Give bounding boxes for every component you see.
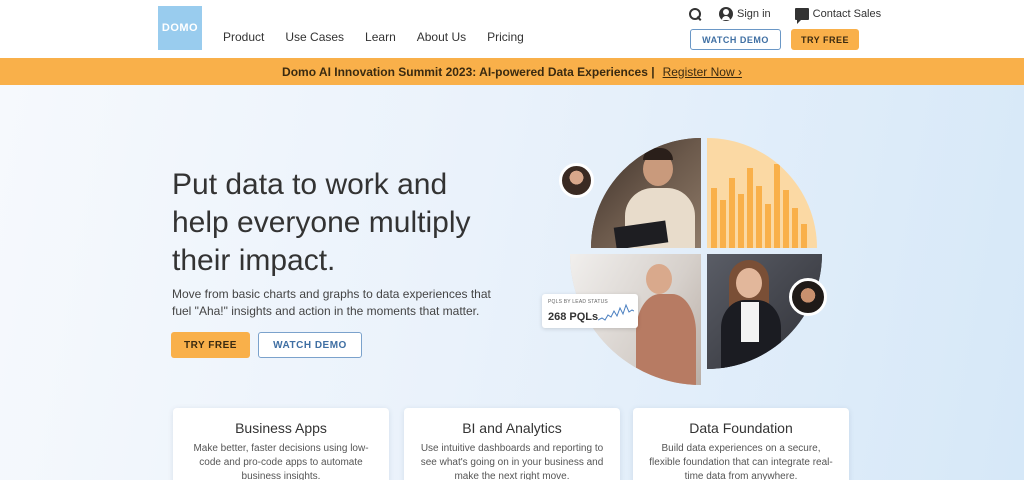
- contact-sales-label: Contact Sales: [812, 8, 882, 20]
- card-description: Use intuitive dashboards and reporting t…: [420, 443, 604, 480]
- search-icon[interactable]: [688, 7, 702, 21]
- nav-use-cases[interactable]: Use Cases: [285, 30, 344, 44]
- nav-product[interactable]: Product: [223, 30, 264, 44]
- nav-learn[interactable]: Learn: [365, 30, 396, 44]
- card-title: Business Apps: [235, 420, 327, 436]
- try-free-button[interactable]: TRY FREE: [171, 332, 250, 358]
- bar-chart-graphic: [707, 138, 817, 248]
- user-icon: [719, 7, 733, 21]
- nav-about-us[interactable]: About Us: [417, 30, 466, 44]
- avatar-woman-top: [559, 163, 594, 198]
- promo-banner: Domo AI Innovation Summit 2023: AI-power…: [0, 58, 1024, 85]
- card-title: BI and Analytics: [462, 420, 562, 436]
- utility-nav: Sign in Contact Sales: [688, 6, 882, 24]
- card-title: Data Foundation: [689, 420, 793, 436]
- main-nav: Product Use Cases Learn About Us Pricing: [223, 30, 524, 44]
- avatar-woman-right: [789, 278, 827, 316]
- site-header: DOMO Product Use Cases Learn About Us Pr…: [0, 0, 1024, 58]
- watch-demo-button-header[interactable]: WATCH DEMO: [690, 29, 781, 50]
- pql-value: 268 PQLs: [548, 311, 599, 323]
- sign-in-label: Sign in: [737, 8, 771, 20]
- sparkline-icon: [598, 303, 634, 321]
- domo-logo[interactable]: DOMO: [158, 6, 202, 50]
- hero-title: Put data to work and help everyone multi…: [172, 168, 471, 277]
- watch-demo-button[interactable]: WATCH DEMO: [258, 332, 362, 358]
- chat-icon: [794, 8, 809, 24]
- card-description: Build data experiences on a secure, flex…: [649, 443, 833, 480]
- pql-stat-card: PQLS BY LEAD STATUS 268 PQLs: [542, 294, 638, 328]
- card-description: Make better, faster decisions using low-…: [193, 443, 369, 480]
- banner-text: Domo AI Innovation Summit 2023: AI-power…: [282, 64, 655, 79]
- hero-section: Put data to work and help everyone multi…: [0, 85, 1024, 480]
- photo-man-with-phone: [570, 254, 701, 385]
- contact-sales-link[interactable]: Contact Sales: [771, 8, 882, 24]
- card-business-apps[interactable]: Business Apps Make better, faster decisi…: [173, 408, 389, 480]
- try-free-button-header[interactable]: TRY FREE: [791, 29, 859, 50]
- hero-subtitle: Move from basic charts and graphs to dat…: [172, 287, 491, 318]
- sign-in-link[interactable]: Sign in: [719, 7, 771, 21]
- nav-pricing[interactable]: Pricing: [487, 30, 524, 44]
- card-data-foundation[interactable]: Data Foundation Build data experiences o…: [633, 408, 849, 480]
- photo-woman-with-phone: [707, 254, 822, 369]
- photo-man-with-tablet: [591, 138, 701, 248]
- pql-label: PQLS BY LEAD STATUS: [548, 299, 608, 305]
- register-now-link[interactable]: Register Now ›: [663, 65, 742, 79]
- card-bi-analytics[interactable]: BI and Analytics Use intuitive dashboard…: [404, 408, 620, 480]
